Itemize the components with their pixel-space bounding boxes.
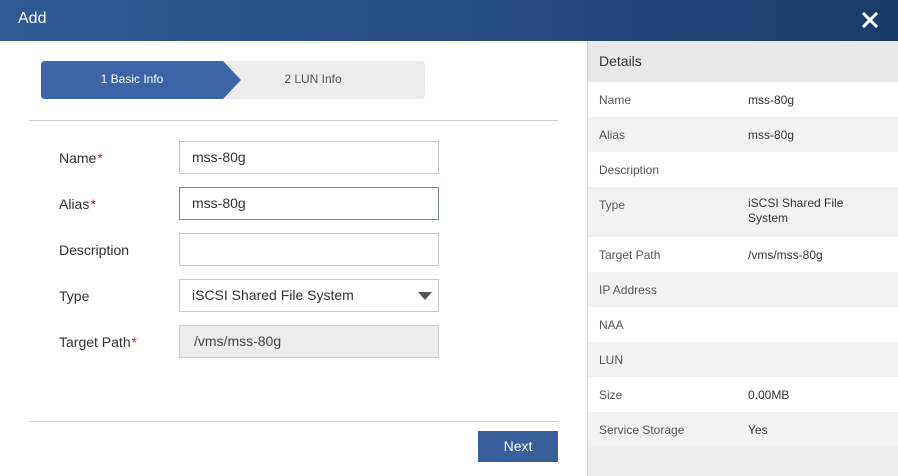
- chevron-down-icon: [418, 292, 432, 300]
- divider: [29, 421, 558, 422]
- dialog-header: Add: [0, 0, 898, 41]
- detail-row-naa: NAA: [588, 307, 898, 342]
- detail-row-name: Name mss-80g: [588, 82, 898, 117]
- detail-row-service-storage: Service Storage Yes: [588, 412, 898, 447]
- type-select[interactable]: iSCSI Shared File System: [179, 279, 439, 312]
- wizard-steps: 2 LUN Info 1 Basic Info: [41, 61, 425, 99]
- detail-row-alias: Alias mss-80g: [588, 117, 898, 152]
- details-panel: Details Name mss-80g Alias mss-80g Descrip…: [587, 41, 898, 476]
- name-field[interactable]: mss-80g: [179, 141, 439, 174]
- dialog-title: Add: [18, 10, 47, 27]
- alias-field[interactable]: mss-80g: [179, 187, 439, 220]
- detail-row-ip-address: IP Address: [588, 272, 898, 307]
- type-label: Type: [59, 288, 90, 304]
- details-title: Details: [588, 41, 898, 82]
- form-panel: 2 LUN Info 1 Basic Info Name* mss-80g Al…: [0, 41, 587, 476]
- close-icon[interactable]: [858, 8, 882, 32]
- description-field[interactable]: [179, 233, 439, 266]
- type-select-value: iSCSI Shared File System: [192, 287, 354, 303]
- target-path-field: /vms/mss-80g: [179, 325, 439, 358]
- name-label: Name*: [59, 150, 103, 166]
- detail-row-lun: LUN: [588, 342, 898, 377]
- detail-row-type: Type iSCSI Shared File System: [588, 187, 898, 237]
- description-label: Description: [59, 242, 130, 258]
- detail-row-target-path: Target Path/vms/mss-80g: [588, 237, 898, 272]
- step-basic-info[interactable]: 1 Basic Info: [41, 61, 241, 99]
- detail-row-size: Size 0.00MB: [588, 377, 898, 412]
- detail-row-description: Description: [588, 152, 898, 187]
- step-label: 1 Basic Info: [100, 72, 164, 86]
- divider: [29, 120, 558, 121]
- target-path-label: Target Path*: [59, 334, 138, 350]
- next-button[interactable]: Next: [478, 431, 558, 462]
- alias-label: Alias*: [59, 196, 96, 212]
